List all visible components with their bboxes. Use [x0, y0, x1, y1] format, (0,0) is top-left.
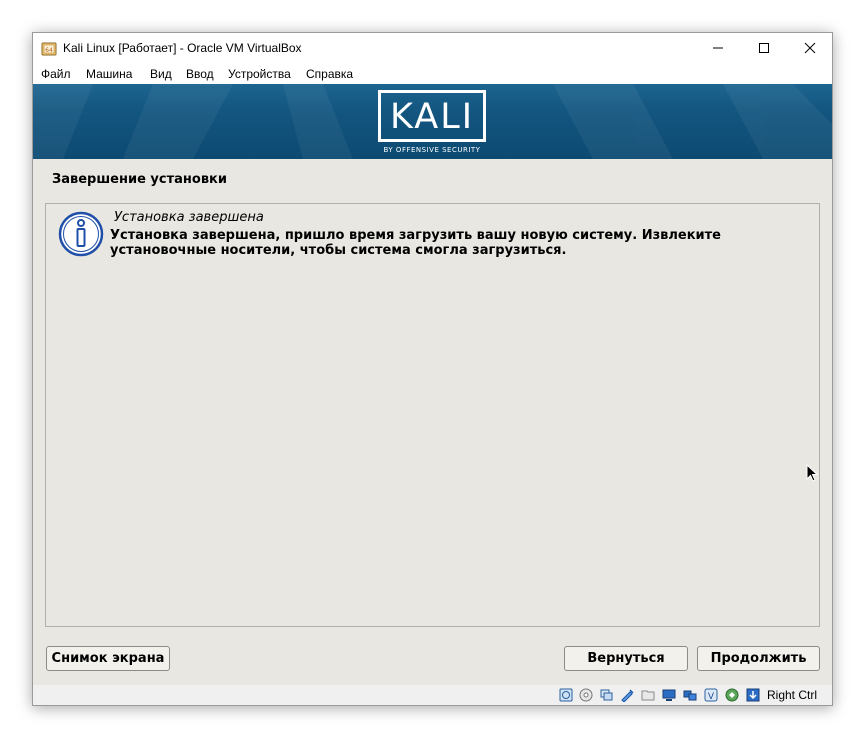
- mouse-pointer-icon: [806, 464, 818, 482]
- continue-button[interactable]: Продолжить: [697, 646, 820, 671]
- menu-bar: Файл Машина Вид Ввод Устройства Справка: [33, 63, 832, 84]
- host-key-label: Right Ctrl: [767, 688, 818, 702]
- message-body: Установка завершена, пришло время загруз…: [110, 228, 721, 258]
- usb-icon[interactable]: [620, 688, 634, 702]
- menu-machine[interactable]: Машина: [86, 67, 132, 81]
- menu-file[interactable]: Файл: [41, 67, 71, 81]
- maximize-button[interactable]: [741, 33, 787, 63]
- minimize-icon: [713, 47, 723, 49]
- kali-logo: KALI: [378, 90, 486, 142]
- message-heading: Установка завершена: [114, 210, 264, 225]
- kali-logo-text: KALI: [389, 97, 475, 137]
- menu-help[interactable]: Справка: [306, 67, 353, 81]
- kali-banner: KALI BY OFFENSIVE SECURITY: [33, 84, 832, 159]
- title-bar[interactable]: 64 Kali Linux [Работает] - Oracle VM Vir…: [33, 33, 832, 63]
- display-icon[interactable]: [662, 688, 676, 702]
- menu-view[interactable]: Вид: [150, 67, 172, 81]
- mouse-integration-icon[interactable]: [746, 688, 760, 702]
- optical-drive-icon[interactable]: [579, 688, 593, 702]
- close-button[interactable]: [787, 33, 833, 63]
- kali-logo-subtext: BY OFFENSIVE SECURITY: [383, 146, 481, 154]
- status-bar: V Right Ctrl: [33, 685, 832, 705]
- page-title: Завершение установки: [52, 172, 227, 187]
- svg-text:V: V: [708, 692, 715, 702]
- shared-folders-icon[interactable]: [641, 688, 655, 702]
- recording-icon[interactable]: V: [704, 688, 718, 702]
- audio-icon[interactable]: [599, 688, 613, 702]
- info-icon: [58, 211, 104, 257]
- hard-disk-icon[interactable]: [559, 688, 573, 702]
- cpu-icon[interactable]: [725, 688, 739, 702]
- svg-text:64: 64: [45, 47, 53, 54]
- close-icon: [804, 42, 816, 54]
- network-icon[interactable]: [683, 688, 697, 702]
- window-title: Kali Linux [Работает] - Oracle VM Virtua…: [63, 41, 302, 55]
- maximize-icon: [759, 43, 769, 53]
- menu-input[interactable]: Ввод: [186, 67, 214, 81]
- vm-display[interactable]: KALI BY OFFENSIVE SECURITY Завершение ус…: [33, 84, 832, 685]
- screenshot-button[interactable]: Снимок экрана: [46, 646, 170, 671]
- message-panel: Установка завершена Установка завершена,…: [45, 203, 820, 627]
- virtualbox-app-icon: 64: [41, 42, 57, 56]
- virtualbox-window: 64 Kali Linux [Работает] - Oracle VM Vir…: [32, 32, 833, 706]
- minimize-button[interactable]: [695, 33, 741, 63]
- menu-devices[interactable]: Устройства: [228, 67, 291, 81]
- back-button[interactable]: Вернуться: [564, 646, 688, 671]
